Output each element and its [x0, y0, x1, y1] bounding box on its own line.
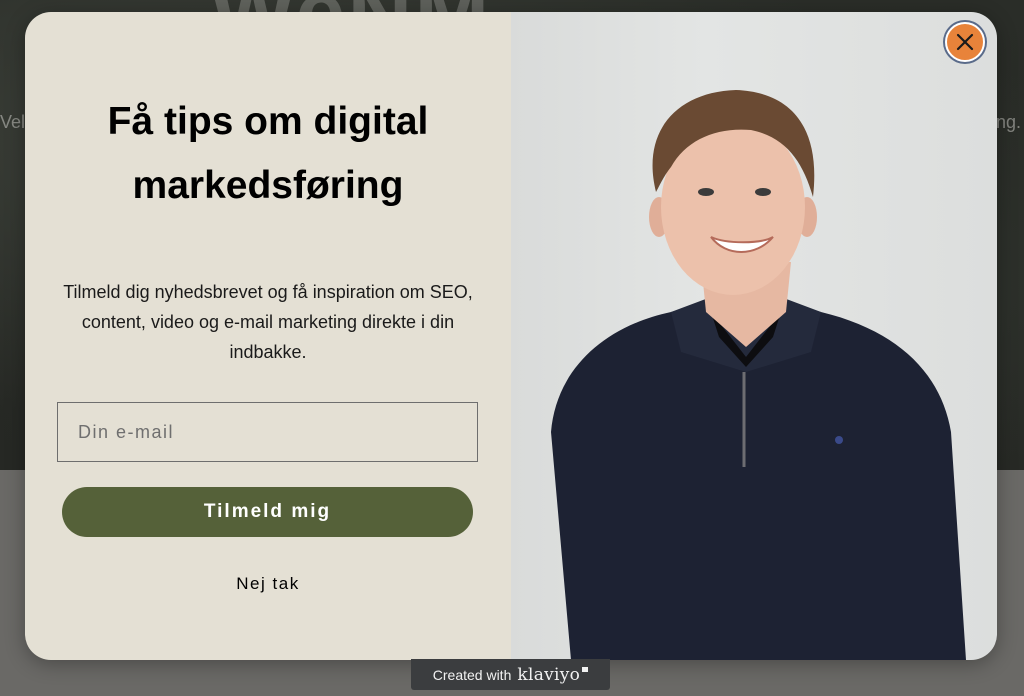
newsletter-popup: Få tips om digital markedsføring Tilmeld… — [25, 12, 997, 660]
popup-description: Tilmeld dig nyhedsbrevet og få inspirati… — [63, 282, 473, 362]
close-button[interactable] — [945, 22, 985, 62]
decline-link[interactable]: Nej tak — [168, 574, 368, 594]
polo-logo-shape — [835, 436, 843, 444]
subscribe-button[interactable]: Tilmeld mig — [62, 487, 473, 537]
background-text-left: Vel — [0, 112, 26, 132]
popup-photo — [511, 12, 997, 660]
klaviyo-logo: klaviyo — [517, 664, 581, 685]
eye-right-shape — [755, 188, 771, 196]
klaviyo-badge[interactable]: Created with klaviyo — [411, 659, 610, 690]
close-icon — [956, 33, 974, 51]
email-input[interactable] — [57, 402, 478, 462]
background-text-right: ng. — [996, 112, 1022, 132]
klaviyo-flag-icon — [582, 667, 589, 672]
eye-left-shape — [698, 188, 714, 196]
page: WeNM Vel ng. Få tips om digital markedsf… — [0, 0, 1024, 696]
created-with-label: Created with — [432, 666, 512, 683]
person-photo — [551, 90, 966, 660]
popup-headline: Få tips om digital markedsføring — [107, 100, 429, 207]
popup-form-panel: Få tips om digital markedsføring Tilmeld… — [25, 12, 511, 660]
